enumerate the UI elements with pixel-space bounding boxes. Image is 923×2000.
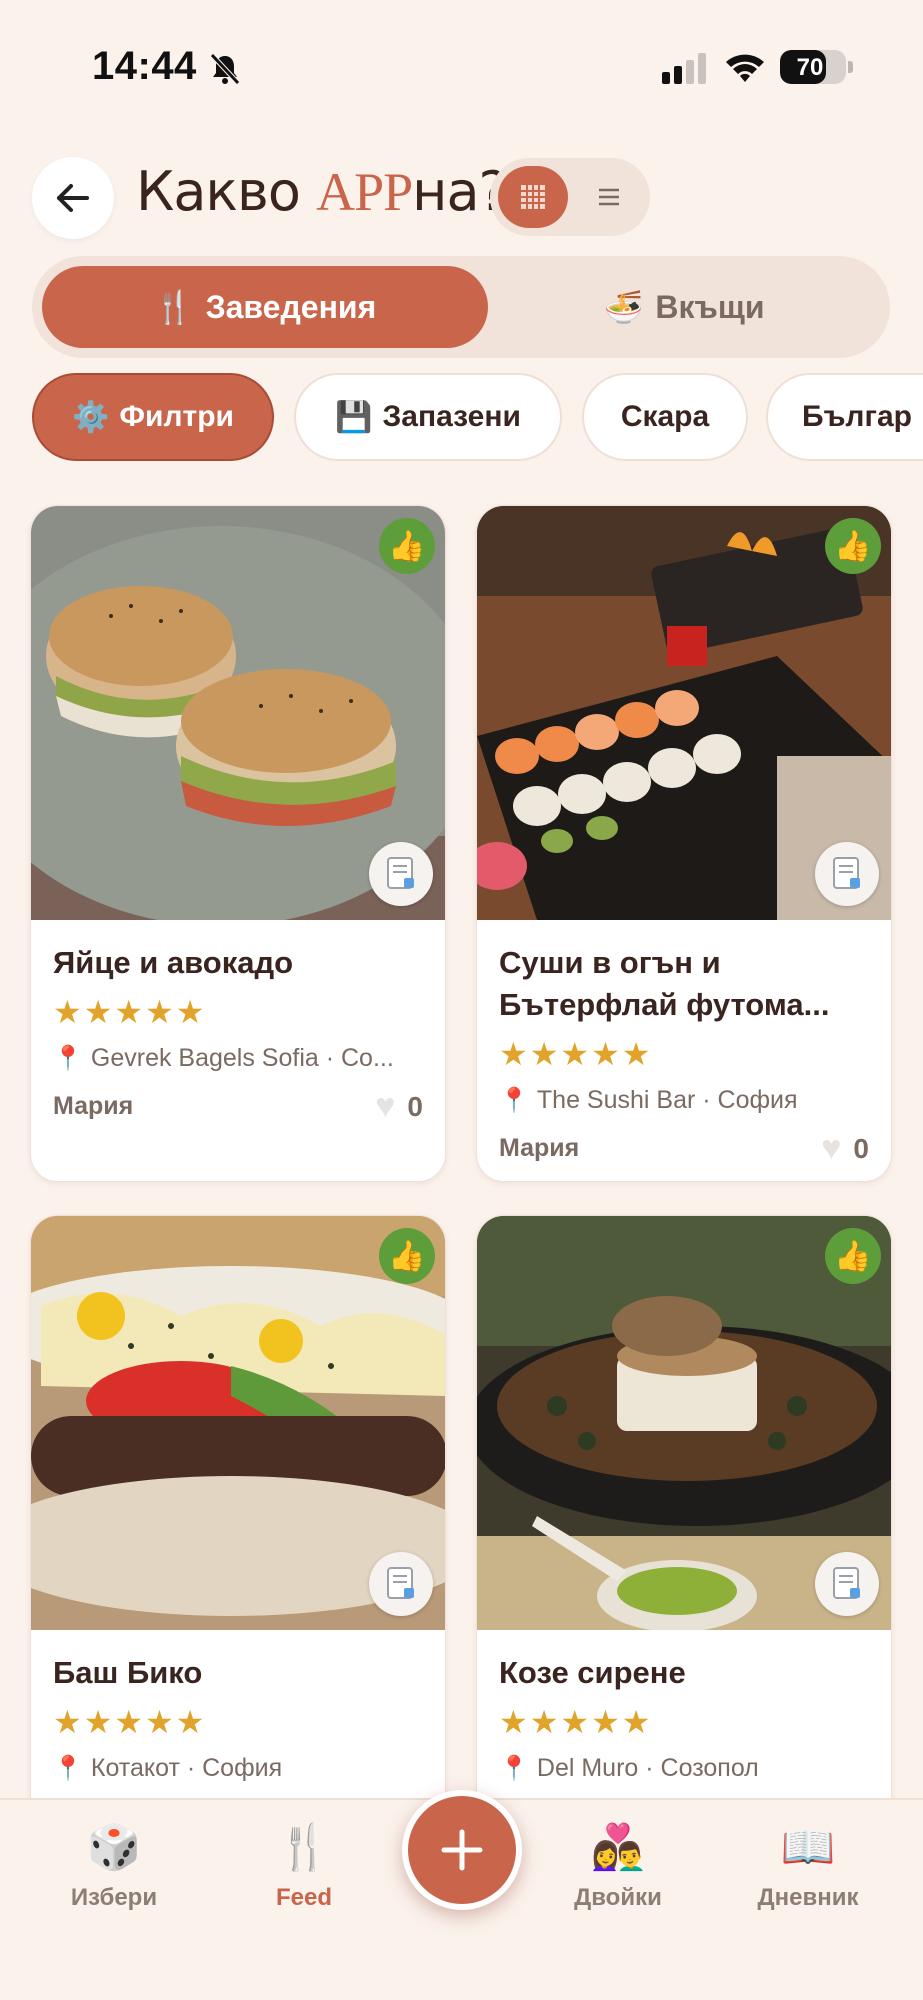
location-pin-icon: 📍 <box>53 1045 83 1072</box>
add-dish-button[interactable] <box>402 1790 522 1910</box>
rating-stars: ★★★★★ <box>499 1704 653 1740</box>
dish-card[interactable]: 👍 Баш Бико ★★★★★ 📍 Котакот · София <box>30 1215 446 1835</box>
nav-item-pairs[interactable]: 👩‍❤️‍👨 Двойки <box>538 1820 698 1912</box>
dish-card[interactable]: 👍 Суши в огън и Бътерфлай футома... ★★★★… <box>476 505 892 1182</box>
dice-icon: 🎲 <box>86 1823 142 1872</box>
dish-photo: 👍 <box>477 506 891 920</box>
chip-grill[interactable]: Скара <box>582 373 748 461</box>
bell-off-icon <box>210 53 240 85</box>
like-button[interactable]: ♥ 0 <box>821 1129 869 1168</box>
rating-stars: ★★★★★ <box>499 1036 653 1072</box>
dish-place: 📍 Del Muro · Созопол <box>499 1754 869 1783</box>
dish-card[interactable]: 👍 Козе сирене ★★★★★ 📍 Del Muro · Созопол <box>476 1215 892 1835</box>
thumbs-up-badge: 👍 <box>379 518 435 574</box>
battery-tip <box>848 61 853 73</box>
wifi-icon <box>726 54 764 82</box>
dish-title: Яйце и авокадо <box>53 945 294 980</box>
dish-photo: 👍 <box>31 1216 445 1630</box>
rating-stars: ★★★★★ <box>53 1704 207 1740</box>
fork-knife-icon: 🍴 <box>276 1823 332 1872</box>
list-view-button[interactable] <box>576 166 642 228</box>
dish-place-label: Котакот · София <box>90 1754 283 1782</box>
grid-view-button[interactable] <box>498 166 568 228</box>
chip-saved-label: Запазени <box>382 400 521 433</box>
status-bar: 14:44 70 <box>0 0 923 130</box>
open-book-icon: 📖 <box>780 1823 836 1872</box>
nav-item-journal[interactable]: 📖 Дневник <box>728 1820 888 1912</box>
tab-home[interactable]: 🍜 Вкъщи <box>488 266 880 348</box>
cellular-signal-icon <box>662 53 706 84</box>
dish-place: 📍 Котакот · София <box>53 1754 423 1783</box>
chip-bulgarian[interactable]: Българ <box>766 373 923 461</box>
document-icon <box>815 842 879 906</box>
like-count: 0 <box>407 1090 423 1122</box>
couple-icon: 👩‍❤️‍👨 <box>590 1823 646 1872</box>
category-segment: 🍴 Заведения 🍜 Вкъщи <box>32 256 890 358</box>
dish-title: Козе сирене <box>499 1655 686 1690</box>
location-pin-icon: 📍 <box>499 1087 529 1114</box>
nav-item-feed-label: Feed <box>275 1884 332 1911</box>
like-count: 0 <box>853 1132 869 1164</box>
fork-knife-icon: 🍴 <box>153 289 194 325</box>
tab-home-label: Вкъщи <box>655 288 765 325</box>
thumbs-up-badge: 👍 <box>379 1228 435 1284</box>
dish-place-label: The Sushi Bar · София <box>536 1086 798 1114</box>
dish-title: Суши в огън и Бътерфлай футома... <box>499 945 830 1022</box>
chip-bulgarian-label: Българ <box>802 400 912 433</box>
heart-icon: ♥ <box>821 1129 842 1167</box>
back-button[interactable] <box>32 157 114 239</box>
dish-author: Мария <box>53 1092 134 1120</box>
chip-filters-label: Филтри <box>119 400 234 433</box>
view-mode-toggle <box>490 158 650 236</box>
document-icon <box>815 1552 879 1616</box>
tab-restaurants-label: Заведения <box>205 288 377 325</box>
plus-icon <box>441 1829 483 1871</box>
rating-stars: ★★★★★ <box>53 994 207 1030</box>
chip-saved[interactable]: 💾 Запазени <box>294 373 562 461</box>
dish-title: Баш Бико <box>53 1655 203 1690</box>
nav-item-pairs-label: Двойки <box>574 1884 662 1911</box>
battery-indicator: 70 <box>780 50 846 84</box>
dish-place-label: Gevrek Bagels Sofia · Со... <box>90 1044 394 1072</box>
app-title-accent: APP <box>316 162 413 222</box>
dish-place: 📍 Gevrek Bagels Sofia · Со... <box>53 1044 423 1073</box>
tab-restaurants[interactable]: 🍴 Заведения <box>42 266 488 348</box>
arrow-left-icon <box>57 184 89 212</box>
nav-item-journal-label: Дневник <box>757 1884 859 1911</box>
filter-chips: ⚙️ Филтри 💾 Запазени Скара Българ <box>0 373 923 465</box>
floppy-disk-icon: 💾 <box>335 400 373 434</box>
thumbs-up-badge: 👍 <box>825 1228 881 1284</box>
status-time: 14:44 <box>92 44 197 88</box>
dish-author: Мария <box>499 1134 580 1162</box>
chip-grill-label: Скара <box>620 400 710 433</box>
nav-item-feed[interactable]: 🍴 Feed <box>224 1820 384 1912</box>
noodle-bowl-icon: 🍜 <box>603 289 644 325</box>
heart-icon: ♥ <box>375 1087 396 1125</box>
like-button[interactable]: ♥ 0 <box>375 1087 423 1126</box>
app-title-prefix: Какво <box>136 160 317 223</box>
dish-place: 📍 The Sushi Bar · София <box>499 1086 869 1115</box>
list-icon <box>599 188 619 206</box>
dish-place-label: Del Muro · Созопол <box>536 1754 759 1782</box>
app-title: Какво APPна? <box>136 160 507 223</box>
location-pin-icon: 📍 <box>53 1755 83 1782</box>
document-icon <box>369 842 433 906</box>
chip-filters[interactable]: ⚙️ Филтри <box>32 373 274 461</box>
dish-card[interactable]: 👍 Яйце и авокадо ★★★★★ 📍 Gevrek Bagels So… <box>30 505 446 1182</box>
grid-icon <box>521 185 545 209</box>
thumbs-up-badge: 👍 <box>825 518 881 574</box>
dish-photo: 👍 <box>31 506 445 920</box>
nav-item-pick[interactable]: 🎲 Избери <box>34 1820 194 1912</box>
location-pin-icon: 📍 <box>499 1755 529 1782</box>
nav-item-pick-label: Избери <box>70 1884 158 1911</box>
gear-icon: ⚙️ <box>72 400 110 434</box>
dish-photo: 👍 <box>477 1216 891 1630</box>
battery-percent: 70 <box>796 54 824 81</box>
document-icon <box>369 1552 433 1616</box>
